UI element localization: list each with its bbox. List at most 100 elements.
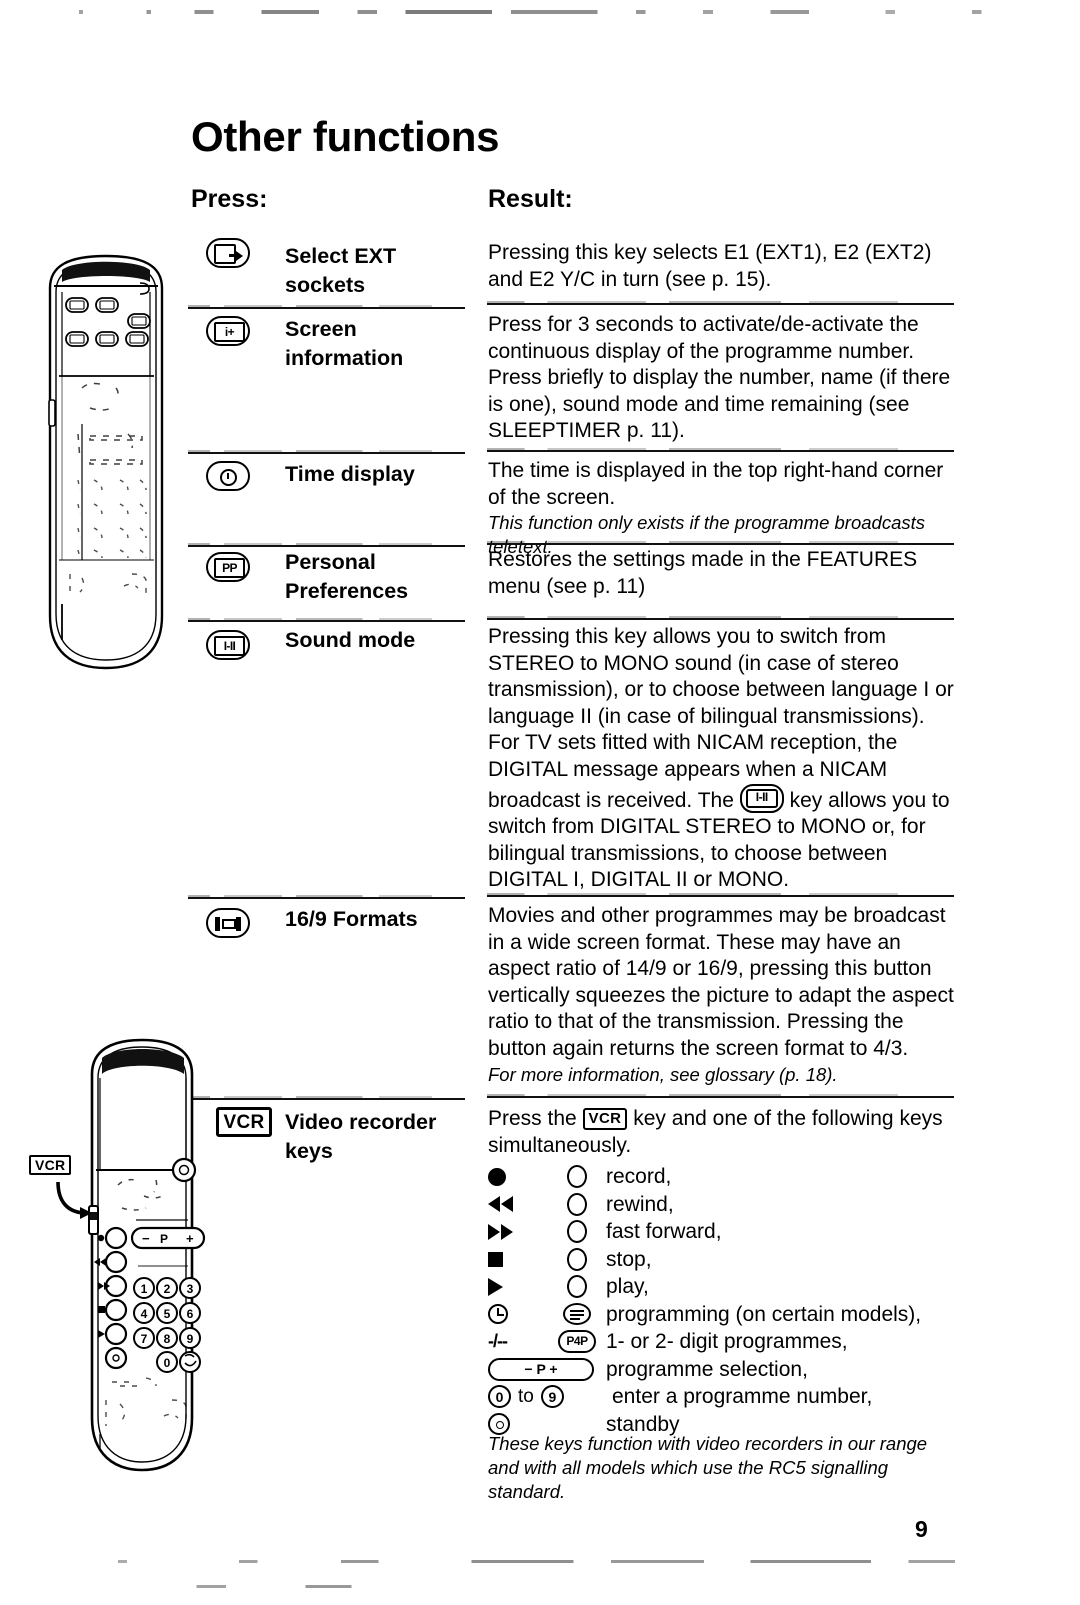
icon-glyph-text: 9 (540, 1385, 564, 1409)
row-divider (487, 616, 954, 620)
page-title: Other functions (191, 113, 500, 160)
row-divider (188, 1096, 465, 1100)
result-personal-preferences: Restores the settings made in the FEATUR… (488, 548, 918, 598)
digit-toggle-icon: -/-- (488, 1331, 508, 1352)
svg-text:6: 6 (187, 1307, 194, 1321)
svg-text:4: 4 (141, 1307, 148, 1321)
icon-glyph-text: PP (214, 558, 245, 578)
list-item: − P + programme selection, (488, 1356, 958, 1384)
svg-text:8: 8 (164, 1332, 171, 1346)
result-vcr-intro: Press the VCR key and one of the followi… (488, 1106, 958, 1159)
result-body-part1: Press the (488, 1107, 583, 1130)
column-header-press: Press: (191, 185, 268, 213)
screen-information-icon: i+ (206, 316, 250, 346)
list-item: stop, (488, 1246, 958, 1274)
row-divider (487, 301, 954, 305)
callout-arrow-icon (50, 1180, 98, 1222)
press-label-line1: Sound mode (285, 628, 416, 652)
press-label-line2: Preferences (285, 579, 409, 603)
manual-page: Other functions Press: Result: Select EX… (0, 0, 1080, 1605)
press-label-line1: Personal (285, 550, 376, 574)
press-label-line1: Screen (285, 317, 357, 341)
row-divider (487, 1094, 954, 1098)
press-label-line1: 16/9 Formats (285, 907, 418, 931)
list-item-label: record, (606, 1165, 672, 1189)
list-item-label: play, (606, 1275, 649, 1299)
list-item-label: programme selection, (606, 1357, 808, 1381)
svg-text:9: 9 (187, 1332, 194, 1346)
icon-glyph-text: − P + (488, 1357, 594, 1381)
circle-icon (548, 1220, 606, 1244)
circle-icon (548, 1192, 606, 1216)
press-label-line1: Time display (285, 462, 415, 486)
wide-screen-format-icon (206, 908, 250, 938)
icon-glyph-text: I-II (214, 636, 245, 656)
vcr-inline-key-icon: VCR (582, 1108, 628, 1130)
list-item: programming (on certain models), (488, 1301, 958, 1329)
press-label-time-display: Time display (285, 460, 485, 489)
press-label-screen-information: Screen information (285, 315, 485, 373)
page-number: 9 (915, 1516, 928, 1542)
vcr-slider-callout-label: VCR (29, 1155, 72, 1175)
result-16-9-formats: Movies and other programmes may be broad… (488, 903, 958, 1087)
svg-text:2: 2 (164, 1282, 171, 1296)
icon-glyph-text: I-II (745, 788, 778, 808)
press-label-line1: Select EXT (285, 244, 397, 268)
fast-forward-icon (488, 1223, 548, 1240)
list-item: play, (488, 1273, 958, 1301)
ext-sockets-icon (206, 238, 250, 268)
rewind-icon (488, 1196, 548, 1213)
scan-artifact-bottom (90, 1560, 1020, 1563)
list-item: 0 to 9 enter a programme number, (488, 1383, 958, 1411)
press-label-line2: keys (285, 1139, 333, 1163)
stop-icon (488, 1251, 548, 1267)
circle-icon (548, 1275, 606, 1299)
result-body: The time is displayed in the top right-h… (488, 459, 944, 509)
vcr-key-list: record, rewind, fast forward, stop, play… (488, 1163, 958, 1438)
result-sound-mode: Pressing this key allows you to switch f… (488, 624, 958, 894)
row-divider (487, 893, 954, 897)
press-label-line2: information (285, 346, 404, 370)
list-item-label: rewind, (606, 1192, 674, 1216)
play-icon (488, 1277, 548, 1296)
svg-text:5: 5 (164, 1307, 171, 1321)
result-select-ext: Pressing this key selects E1 (EXT1), E2 … (488, 241, 932, 291)
svg-text:−: − (142, 1231, 150, 1246)
list-item: record, (488, 1163, 958, 1191)
scan-artifact-top (60, 10, 1020, 14)
sound-mode-icon: I-II (206, 630, 250, 660)
record-dot-icon (488, 1167, 548, 1186)
personal-preferences-icon: PP (206, 552, 250, 582)
row-divider (188, 618, 465, 622)
press-label-16-9-formats: 16/9 Formats (285, 905, 485, 934)
programming-icon (548, 1303, 606, 1326)
circle-icon (548, 1247, 606, 1271)
press-label-personal-preferences: Personal Preferences (285, 548, 485, 606)
press-label-select-ext: Select EXT sockets (285, 242, 485, 300)
icon-glyph-text: i+ (214, 322, 245, 342)
icon-glyph-text: 0 (488, 1385, 511, 1409)
list-item-label: stop, (606, 1247, 652, 1271)
press-label-line2: sockets (285, 273, 366, 297)
vcr-footnote: These keys function with video recorders… (488, 1433, 928, 1502)
result-body: Movies and other programmes may be broad… (488, 904, 954, 1060)
icon-glyph-text: P4P (558, 1330, 596, 1354)
svg-text:7: 7 (141, 1332, 148, 1346)
press-label-sound-mode: Sound mode (285, 626, 485, 655)
row-divider (188, 895, 465, 899)
prev-programme-icon: P4P (548, 1330, 606, 1354)
svg-text:P: P (160, 1232, 168, 1246)
result-note: For more information, see glossary (p. 1… (488, 1063, 838, 1085)
row-divider (487, 448, 954, 452)
time-display-icon (206, 461, 250, 491)
press-label-line1: Video recorder (285, 1110, 437, 1134)
clock-icon (488, 1304, 548, 1325)
programme-rocker-icon: − P + (488, 1357, 606, 1381)
row-divider (188, 450, 465, 454)
list-item: rewind, (488, 1191, 958, 1219)
svg-text:0: 0 (164, 1356, 171, 1370)
tv-remote-control-illustration (28, 248, 188, 678)
list-item-label: 1- or 2- digit programmes, (606, 1330, 848, 1354)
row-divider (487, 541, 954, 545)
list-item-label: enter a programme number, (612, 1385, 873, 1409)
